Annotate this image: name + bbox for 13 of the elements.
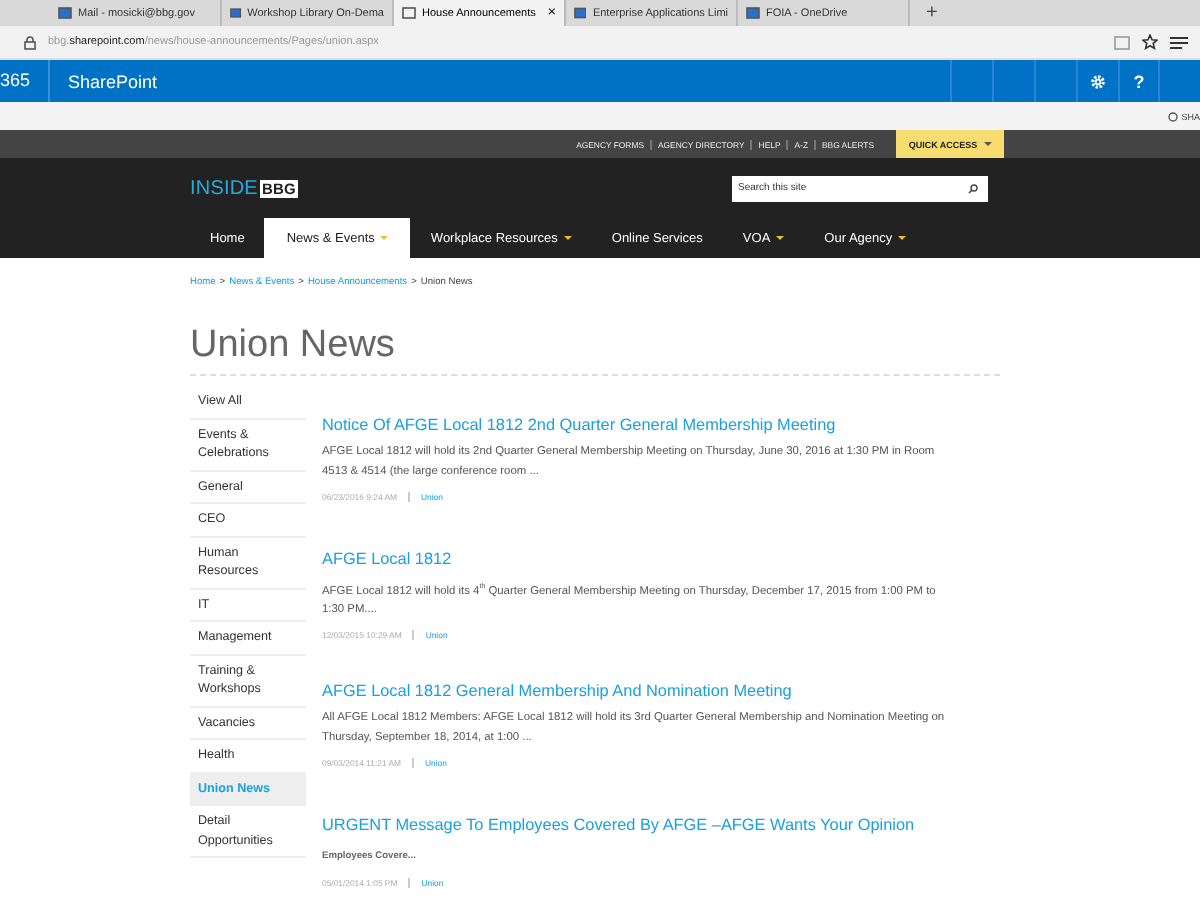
page-icon	[746, 6, 760, 20]
page-icon	[402, 6, 416, 20]
settings-icon[interactable]	[1090, 73, 1106, 89]
lock-icon	[24, 35, 36, 49]
app-title[interactable]: SharePoint	[50, 71, 950, 91]
page-icon	[230, 6, 242, 20]
menu-icon[interactable]	[1170, 35, 1188, 49]
page-title: Union News	[190, 324, 397, 368]
star-icon[interactable]	[1142, 34, 1158, 50]
page-icon	[574, 6, 587, 20]
page-icon	[58, 6, 72, 20]
new-tab-button[interactable]: +	[910, 0, 954, 26]
search-icon[interactable]	[968, 183, 978, 193]
